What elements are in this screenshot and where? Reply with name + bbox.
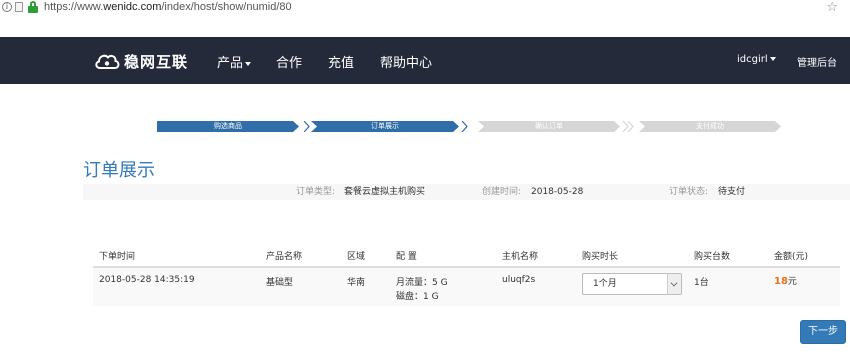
column-header: 下单时间	[99, 252, 136, 262]
url-text[interactable]: https://www.wenidc.com/index/host/show/n…	[44, 1, 292, 13]
logo[interactable]: 稳网互联	[94, 49, 188, 73]
created-time-label: 创建时间:	[482, 187, 522, 197]
username: idcgirl	[737, 54, 768, 65]
step-2: 订单展示	[311, 121, 459, 132]
url-path: /index/host/show/numid/80	[161, 1, 292, 13]
step-separator-icon	[461, 121, 469, 132]
host-name: uluqf2s	[502, 275, 536, 285]
order-time: 2018-05-28 14:35:19	[99, 275, 195, 285]
purchase-count: 1台	[694, 278, 709, 288]
step-separator-icon	[622, 121, 634, 132]
column-header: 金额(元)	[774, 252, 809, 262]
order-info-bar: 订单类型: 套餐云虚拟主机购买 创建时间: 2018-05-28 订单状态: 待…	[83, 184, 850, 200]
region: 华南	[347, 278, 366, 288]
step-1: 购选商品	[157, 121, 299, 132]
column-header: 主机名称	[502, 252, 539, 262]
chevron-down-icon[interactable]	[667, 274, 681, 294]
duration-selected-value: 1个月	[593, 279, 617, 289]
step-3: 确认订单	[478, 121, 620, 132]
order-type-label: 订单类型:	[296, 187, 336, 197]
info-icon[interactable]: i	[2, 2, 12, 12]
config-traffic: 月流量：5 G	[396, 278, 448, 288]
admin-link[interactable]: 管理后台	[797, 54, 837, 69]
price-cell: 18元	[774, 274, 797, 287]
order-type-value: 套餐云虚拟主机购买	[344, 187, 426, 197]
step-separator-icon	[304, 121, 310, 132]
logo-text: 稳网互联	[124, 52, 189, 71]
duration-select[interactable]: 1个月	[582, 273, 682, 295]
bookmark-star-icon[interactable]: ☆	[826, 0, 838, 15]
url-prefix: https://www.	[44, 1, 104, 13]
lock-icon[interactable]	[28, 1, 38, 13]
nav-item-cooperation[interactable]: 合作	[276, 52, 302, 71]
price-amount: 18	[774, 276, 788, 287]
column-header: 购买台数	[694, 252, 731, 262]
nav-item-products[interactable]: 产品	[217, 52, 252, 71]
step-label: 购选商品	[214, 122, 242, 130]
page-title: 订单展示	[83, 160, 155, 181]
next-step-button[interactable]: 下一步	[800, 320, 846, 344]
order-status-label: 订单状态:	[669, 187, 709, 197]
order-status-value: 待支付	[718, 187, 746, 197]
nav-item-help-center[interactable]: 帮助中心	[380, 52, 432, 71]
price-unit: 元	[787, 277, 797, 287]
caret-down-icon	[245, 61, 252, 66]
caret-down-icon	[769, 57, 776, 61]
step-4: 支付成功	[639, 121, 781, 132]
page-icon	[15, 2, 23, 12]
top-navbar: 稳网互联 产品 合作 充值 帮助中心 idcgirl 管理后台	[0, 37, 850, 84]
config-disk: 磁盘：1 G	[396, 292, 439, 302]
column-header: 产品名称	[266, 252, 303, 262]
url-domain: wenidc.com	[103, 1, 162, 13]
nav-item-recharge[interactable]: 充值	[328, 52, 354, 71]
table-row: 2018-05-28 14:35:19 基础型 华南 月流量：5 G 磁盘：1 …	[93, 268, 840, 306]
product-name: 基础型	[266, 278, 294, 288]
column-header: 购买时长	[582, 252, 619, 262]
column-header: 配 置	[396, 252, 417, 262]
created-time-value: 2018-05-28	[531, 187, 584, 197]
column-header: 区域	[347, 252, 366, 262]
user-menu[interactable]: idcgirl	[737, 54, 776, 65]
step-label: 订单展示	[371, 122, 399, 130]
nav-item-label: 产品	[217, 56, 244, 71]
step-label: 确认订单	[535, 122, 563, 130]
browser-address-bar[interactable]: i https://www.wenidc.com/index/host/show…	[0, 0, 850, 16]
cloud-logo-icon	[95, 54, 120, 69]
step-label: 支付成功	[696, 122, 724, 130]
order-table-header: 下单时间 产品名称 区域 配 置 主机名称 购买时长 购买台数 金额(元)	[93, 249, 840, 268]
